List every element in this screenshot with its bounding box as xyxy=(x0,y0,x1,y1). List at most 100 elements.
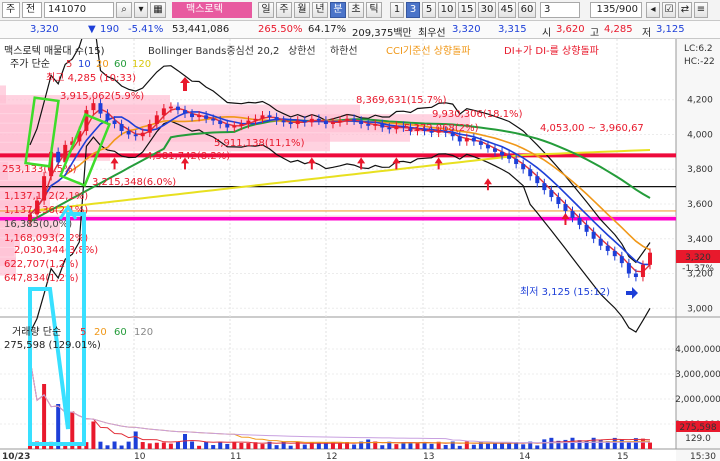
volume-bar xyxy=(648,442,652,449)
candle-body xyxy=(345,118,350,121)
count-select[interactable]: 3 xyxy=(540,2,580,18)
legend-ma20: 20 xyxy=(96,59,109,70)
ask-value: 3,320 xyxy=(452,24,481,35)
search-icon[interactable]: ⌕ xyxy=(116,2,132,18)
grid-icon[interactable]: ▦ xyxy=(150,2,166,18)
favorite-icon[interactable]: ▾ xyxy=(134,2,148,18)
legend-ma10: 10 xyxy=(78,59,91,70)
volume-bar xyxy=(394,444,399,449)
interval-15[interactable]: 15 xyxy=(458,2,476,18)
stock-chart[interactable]: 3,915,062(5.9%) 8,369,631(15.7%) 9,930,306… xyxy=(0,39,720,461)
volume-ratio: 265.50% xyxy=(258,24,303,35)
volume-bar xyxy=(521,444,526,449)
tab-week[interactable]: 주 xyxy=(276,2,292,18)
date-axis: 10/23 10 11 12 13 14 15 15:30 xyxy=(2,452,716,461)
candle-body xyxy=(274,117,279,121)
page-counter: 135/900 xyxy=(590,2,642,18)
tab-month[interactable]: 월 xyxy=(294,2,310,18)
candle-body xyxy=(288,122,293,125)
candle-body xyxy=(584,224,589,232)
interval-30[interactable]: 30 xyxy=(478,2,496,18)
candle-body xyxy=(323,120,328,125)
candle-body xyxy=(91,103,96,111)
volume-bar xyxy=(316,443,321,449)
volume-bar xyxy=(619,439,624,449)
candle-body xyxy=(457,136,462,142)
volume-bar xyxy=(549,437,554,449)
candle-body xyxy=(56,151,61,163)
candle-body xyxy=(485,144,490,149)
candle-body xyxy=(471,137,476,142)
level-label: 9,930,306(18.1%) xyxy=(432,109,523,120)
level-label: 4,053,00 ~ 3,960,67 xyxy=(540,123,644,134)
candle-body xyxy=(577,217,582,225)
date-tick-label: 12 xyxy=(326,452,337,461)
volume-bar xyxy=(42,384,47,449)
turnover-rate: 64.17% xyxy=(308,24,347,35)
price-tick-label: 3,600 xyxy=(687,200,713,210)
shuffle-icon[interactable]: ⇄ xyxy=(678,2,692,18)
volume-ratio-label: 129.0 xyxy=(685,434,711,444)
candle-body xyxy=(359,120,364,125)
candle-body xyxy=(147,124,152,133)
checkbox-icon[interactable]: ☑ xyxy=(662,2,676,18)
candle-body xyxy=(126,130,131,135)
candle-body xyxy=(619,256,624,264)
volume-bar xyxy=(175,441,180,449)
prev-code-select[interactable]: 전 xyxy=(22,2,42,18)
interval-10[interactable]: 10 xyxy=(438,2,456,18)
volume-legend-value: 275,598 (129.01%) xyxy=(4,340,101,351)
candle-body xyxy=(373,124,378,126)
interval-1[interactable]: 1 xyxy=(390,2,404,18)
tab-minute[interactable]: 분 xyxy=(330,2,346,18)
candle-body xyxy=(612,250,617,257)
interval-3[interactable]: 3 xyxy=(406,2,420,18)
stock-name-badge[interactable]: 맥스로텍 xyxy=(172,2,252,18)
tab-year[interactable]: 년 xyxy=(312,2,328,18)
candle-body xyxy=(591,231,596,239)
candle-body xyxy=(598,238,603,246)
volume-ma5-line xyxy=(29,358,651,444)
candle-body xyxy=(542,183,547,191)
open-label: 시 xyxy=(542,28,552,39)
level-label: 8,369,631(15.7%) xyxy=(356,95,447,106)
interval-60[interactable]: 60 xyxy=(518,2,536,18)
settings-icon[interactable]: ≡ xyxy=(694,2,708,18)
tab-tick[interactable]: 틱 xyxy=(366,2,382,18)
low-annotation: 최저 3,125 (15:12) xyxy=(520,286,610,298)
legend-bollinger: Bollinger Bands중심선 20,2 xyxy=(148,46,280,57)
tab-second[interactable]: 초 xyxy=(348,2,364,18)
volume-legend-120: 120 xyxy=(134,327,154,338)
candle-body xyxy=(464,137,469,142)
volume-bar xyxy=(140,442,145,449)
tab-day[interactable]: 일 xyxy=(258,2,274,18)
interval-45[interactable]: 45 xyxy=(498,2,516,18)
legend-ma5: 5 xyxy=(66,59,73,70)
date-tick-label: 10 xyxy=(134,452,146,461)
level-label: 3,915,062(5.9%) xyxy=(60,91,144,102)
volume-bar xyxy=(161,442,166,449)
period-select[interactable]: 주 xyxy=(2,2,20,18)
date-tick-label: 13 xyxy=(423,452,434,461)
level-label: 3,215,348(6.0%) xyxy=(92,177,176,188)
quote-bar: 3,320 ▼ 190 -5.41% 53,441,086 265.50% 64… xyxy=(0,21,720,39)
stock-code-input[interactable]: 141070 xyxy=(44,2,114,18)
volume-bar xyxy=(126,441,131,449)
candle-body xyxy=(253,118,258,121)
stock-name: 맥스로텍 xyxy=(186,4,223,15)
candle-body xyxy=(478,141,483,145)
legend-upper: 상한선 xyxy=(288,46,316,57)
candle-body xyxy=(626,263,631,274)
candle-body xyxy=(514,158,519,165)
volume-legend-label: 거래량 단순 xyxy=(12,327,62,338)
date-tick-label: 10/23 xyxy=(2,452,30,461)
legend-cci: CCI기준선 상향돌파 xyxy=(386,46,471,57)
legend-title: 맥스로텍 매물대 수(15) xyxy=(4,46,105,57)
arrow-left-icon[interactable]: ◂ xyxy=(646,2,660,18)
level-label: 1,168,093(2,2%) xyxy=(4,233,88,244)
volume-bar xyxy=(485,443,490,449)
interval-5[interactable]: 5 xyxy=(422,2,436,18)
candle-body xyxy=(330,122,335,125)
candle-body xyxy=(556,197,561,204)
legend-ma60: 60 xyxy=(114,59,127,70)
